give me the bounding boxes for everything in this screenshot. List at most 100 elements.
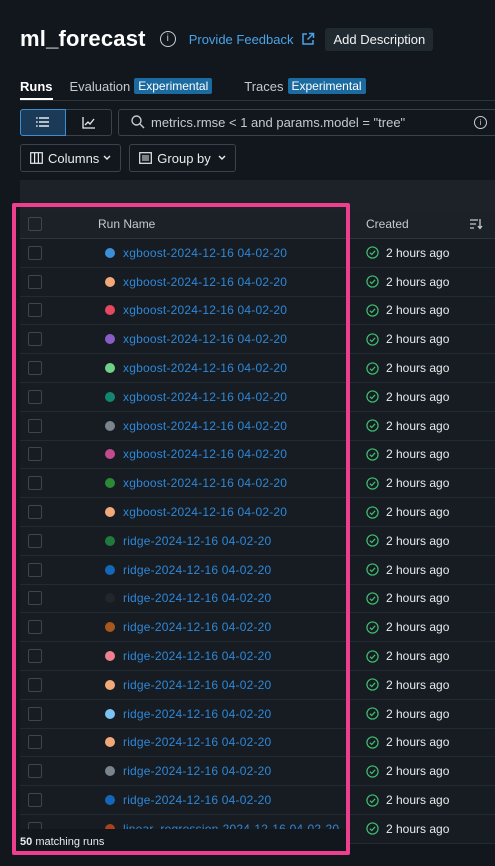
run-name-link[interactable]: ridge-2024-12-16 04-02-20	[123, 678, 271, 692]
check-circle-icon	[366, 592, 379, 605]
run-name-column-header[interactable]: Run Name	[98, 217, 155, 231]
columns-button[interactable]: Columns	[20, 144, 122, 172]
run-color-dot[interactable]	[105, 708, 115, 719]
run-name-link[interactable]: xgboost-2024-12-16 04-02-20	[123, 419, 287, 433]
table-row[interactable]: ridge-2024-12-16 04-02-20 2 hours ago	[20, 613, 495, 643]
run-name-cell: xgboost-2024-12-16 04-02-20	[20, 411, 348, 440]
table-row[interactable]: xgboost-2024-12-16 04-02-20 2 hours ago	[20, 296, 495, 326]
table-row[interactable]: ridge-2024-12-16 04-02-20 2 hours ago	[20, 757, 495, 787]
row-checkbox[interactable]	[28, 476, 42, 491]
run-color-dot[interactable]	[105, 420, 115, 431]
row-checkbox[interactable]	[28, 505, 42, 520]
group-by-button[interactable]: Group by	[129, 144, 236, 172]
run-name-link[interactable]: xgboost-2024-12-16 04-02-20	[123, 447, 287, 461]
run-name-link[interactable]: ridge-2024-12-16 04-02-20	[123, 563, 271, 577]
row-checkbox[interactable]	[28, 764, 42, 779]
row-checkbox[interactable]	[28, 735, 42, 750]
run-color-dot[interactable]	[105, 622, 115, 633]
created-column-header[interactable]: Created	[366, 217, 469, 231]
table-row[interactable]: xgboost-2024-12-16 04-02-20 2 hours ago	[20, 239, 495, 268]
run-color-dot[interactable]	[105, 276, 115, 287]
created-cell: 2 hours ago	[348, 699, 495, 728]
run-color-dot[interactable]	[105, 478, 115, 489]
chart-view-button[interactable]	[66, 108, 112, 136]
table-row[interactable]: xgboost-2024-12-16 04-02-20 2 hours ago	[20, 267, 495, 297]
row-checkbox[interactable]	[28, 591, 42, 606]
table-row[interactable]: ridge-2024-12-16 04-02-20 2 hours ago	[20, 526, 495, 556]
table-row[interactable]: xgboost-2024-12-16 04-02-20 2 hours ago	[20, 382, 495, 412]
run-name-link[interactable]: ridge-2024-12-16 04-02-20	[123, 764, 271, 778]
row-checkbox[interactable]	[28, 274, 42, 289]
row-checkbox[interactable]	[28, 533, 42, 548]
row-checkbox[interactable]	[28, 649, 42, 664]
run-color-dot[interactable]	[105, 449, 115, 460]
run-color-dot[interactable]	[105, 363, 115, 374]
run-name-link[interactable]: xgboost-2024-12-16 04-02-20	[123, 275, 287, 289]
row-checkbox[interactable]	[28, 245, 42, 260]
search-input[interactable]	[151, 114, 451, 130]
row-checkbox[interactable]	[28, 361, 42, 376]
table-row[interactable]: ridge-2024-12-16 04-02-20 2 hours ago	[20, 584, 495, 614]
run-color-dot[interactable]	[105, 247, 115, 258]
run-name-link[interactable]: ridge-2024-12-16 04-02-20	[123, 620, 271, 634]
run-color-dot[interactable]	[105, 795, 115, 806]
row-checkbox[interactable]	[28, 620, 42, 635]
run-color-dot[interactable]	[105, 305, 115, 316]
table-row[interactable]: ridge-2024-12-16 04-02-20 2 hours ago	[20, 555, 495, 585]
search-help-icon[interactable]: i	[474, 115, 487, 129]
table-row[interactable]: ridge-2024-12-16 04-02-20 2 hours ago	[20, 786, 495, 815]
tab-traces[interactable]: Traces Experimental	[244, 78, 366, 100]
run-name-link[interactable]: xgboost-2024-12-16 04-02-20	[123, 361, 287, 375]
row-checkbox[interactable]	[28, 706, 42, 721]
table-row[interactable]: xgboost-2024-12-16 04-02-20 2 hours ago	[20, 325, 495, 355]
run-color-dot[interactable]	[105, 766, 115, 777]
run-color-dot[interactable]	[105, 593, 115, 604]
run-name-link[interactable]: ridge-2024-12-16 04-02-20	[123, 591, 271, 605]
run-name-link[interactable]: xgboost-2024-12-16 04-02-20	[123, 505, 287, 519]
run-name-link[interactable]: xgboost-2024-12-16 04-02-20	[123, 303, 287, 317]
run-color-dot[interactable]	[105, 507, 115, 518]
sort-descending-icon[interactable]	[469, 218, 483, 230]
table-row[interactable]: xgboost-2024-12-16 04-02-20 2 hours ago	[20, 354, 495, 383]
run-name-link[interactable]: ridge-2024-12-16 04-02-20	[123, 793, 271, 807]
select-all-checkbox[interactable]	[28, 217, 42, 231]
row-checkbox[interactable]	[28, 793, 42, 808]
run-color-dot[interactable]	[105, 391, 115, 402]
table-row[interactable]: ridge-2024-12-16 04-02-20 2 hours ago	[20, 699, 495, 729]
table-view-button[interactable]	[20, 108, 66, 136]
run-color-dot[interactable]	[105, 737, 115, 748]
table-row[interactable]: xgboost-2024-12-16 04-02-20 2 hours ago	[20, 469, 495, 499]
created-cell: 2 hours ago	[348, 411, 495, 440]
run-color-dot[interactable]	[105, 535, 115, 546]
table-row[interactable]: xgboost-2024-12-16 04-02-20 2 hours ago	[20, 411, 495, 441]
run-color-dot[interactable]	[105, 679, 115, 690]
table-row[interactable]: ridge-2024-12-16 04-02-20 2 hours ago	[20, 670, 495, 700]
run-name-link[interactable]: ridge-2024-12-16 04-02-20	[123, 707, 271, 721]
run-color-dot[interactable]	[105, 651, 115, 662]
run-name-link[interactable]: ridge-2024-12-16 04-02-20	[123, 534, 271, 548]
row-checkbox[interactable]	[28, 303, 42, 318]
row-checkbox[interactable]	[28, 418, 42, 433]
run-name-link[interactable]: xgboost-2024-12-16 04-02-20	[123, 390, 287, 404]
run-name-link[interactable]: xgboost-2024-12-16 04-02-20	[123, 246, 287, 260]
row-checkbox[interactable]	[28, 389, 42, 404]
add-description-button[interactable]: Add Description	[325, 27, 434, 51]
run-color-dot[interactable]	[105, 334, 115, 345]
table-row[interactable]: ridge-2024-12-16 04-02-20 2 hours ago	[20, 728, 495, 758]
row-checkbox[interactable]	[28, 447, 42, 462]
tab-runs[interactable]: Runs	[20, 78, 53, 100]
row-checkbox[interactable]	[28, 677, 42, 692]
tab-evaluation[interactable]: Evaluation Experimental	[70, 78, 213, 100]
row-checkbox[interactable]	[28, 562, 42, 577]
row-checkbox[interactable]	[28, 332, 42, 347]
run-name-link[interactable]: xgboost-2024-12-16 04-02-20	[123, 332, 287, 346]
run-name-link[interactable]: xgboost-2024-12-16 04-02-20	[123, 476, 287, 490]
provide-feedback-link[interactable]: Provide Feedback	[189, 32, 316, 47]
table-row[interactable]: xgboost-2024-12-16 04-02-20 2 hours ago	[20, 498, 495, 527]
run-name-link[interactable]: ridge-2024-12-16 04-02-20	[123, 649, 271, 663]
info-icon[interactable]: i	[159, 31, 176, 47]
run-color-dot[interactable]	[105, 564, 115, 575]
table-row[interactable]: xgboost-2024-12-16 04-02-20 2 hours ago	[20, 440, 495, 470]
table-row[interactable]: ridge-2024-12-16 04-02-20 2 hours ago	[20, 642, 495, 671]
run-name-link[interactable]: ridge-2024-12-16 04-02-20	[123, 735, 271, 749]
